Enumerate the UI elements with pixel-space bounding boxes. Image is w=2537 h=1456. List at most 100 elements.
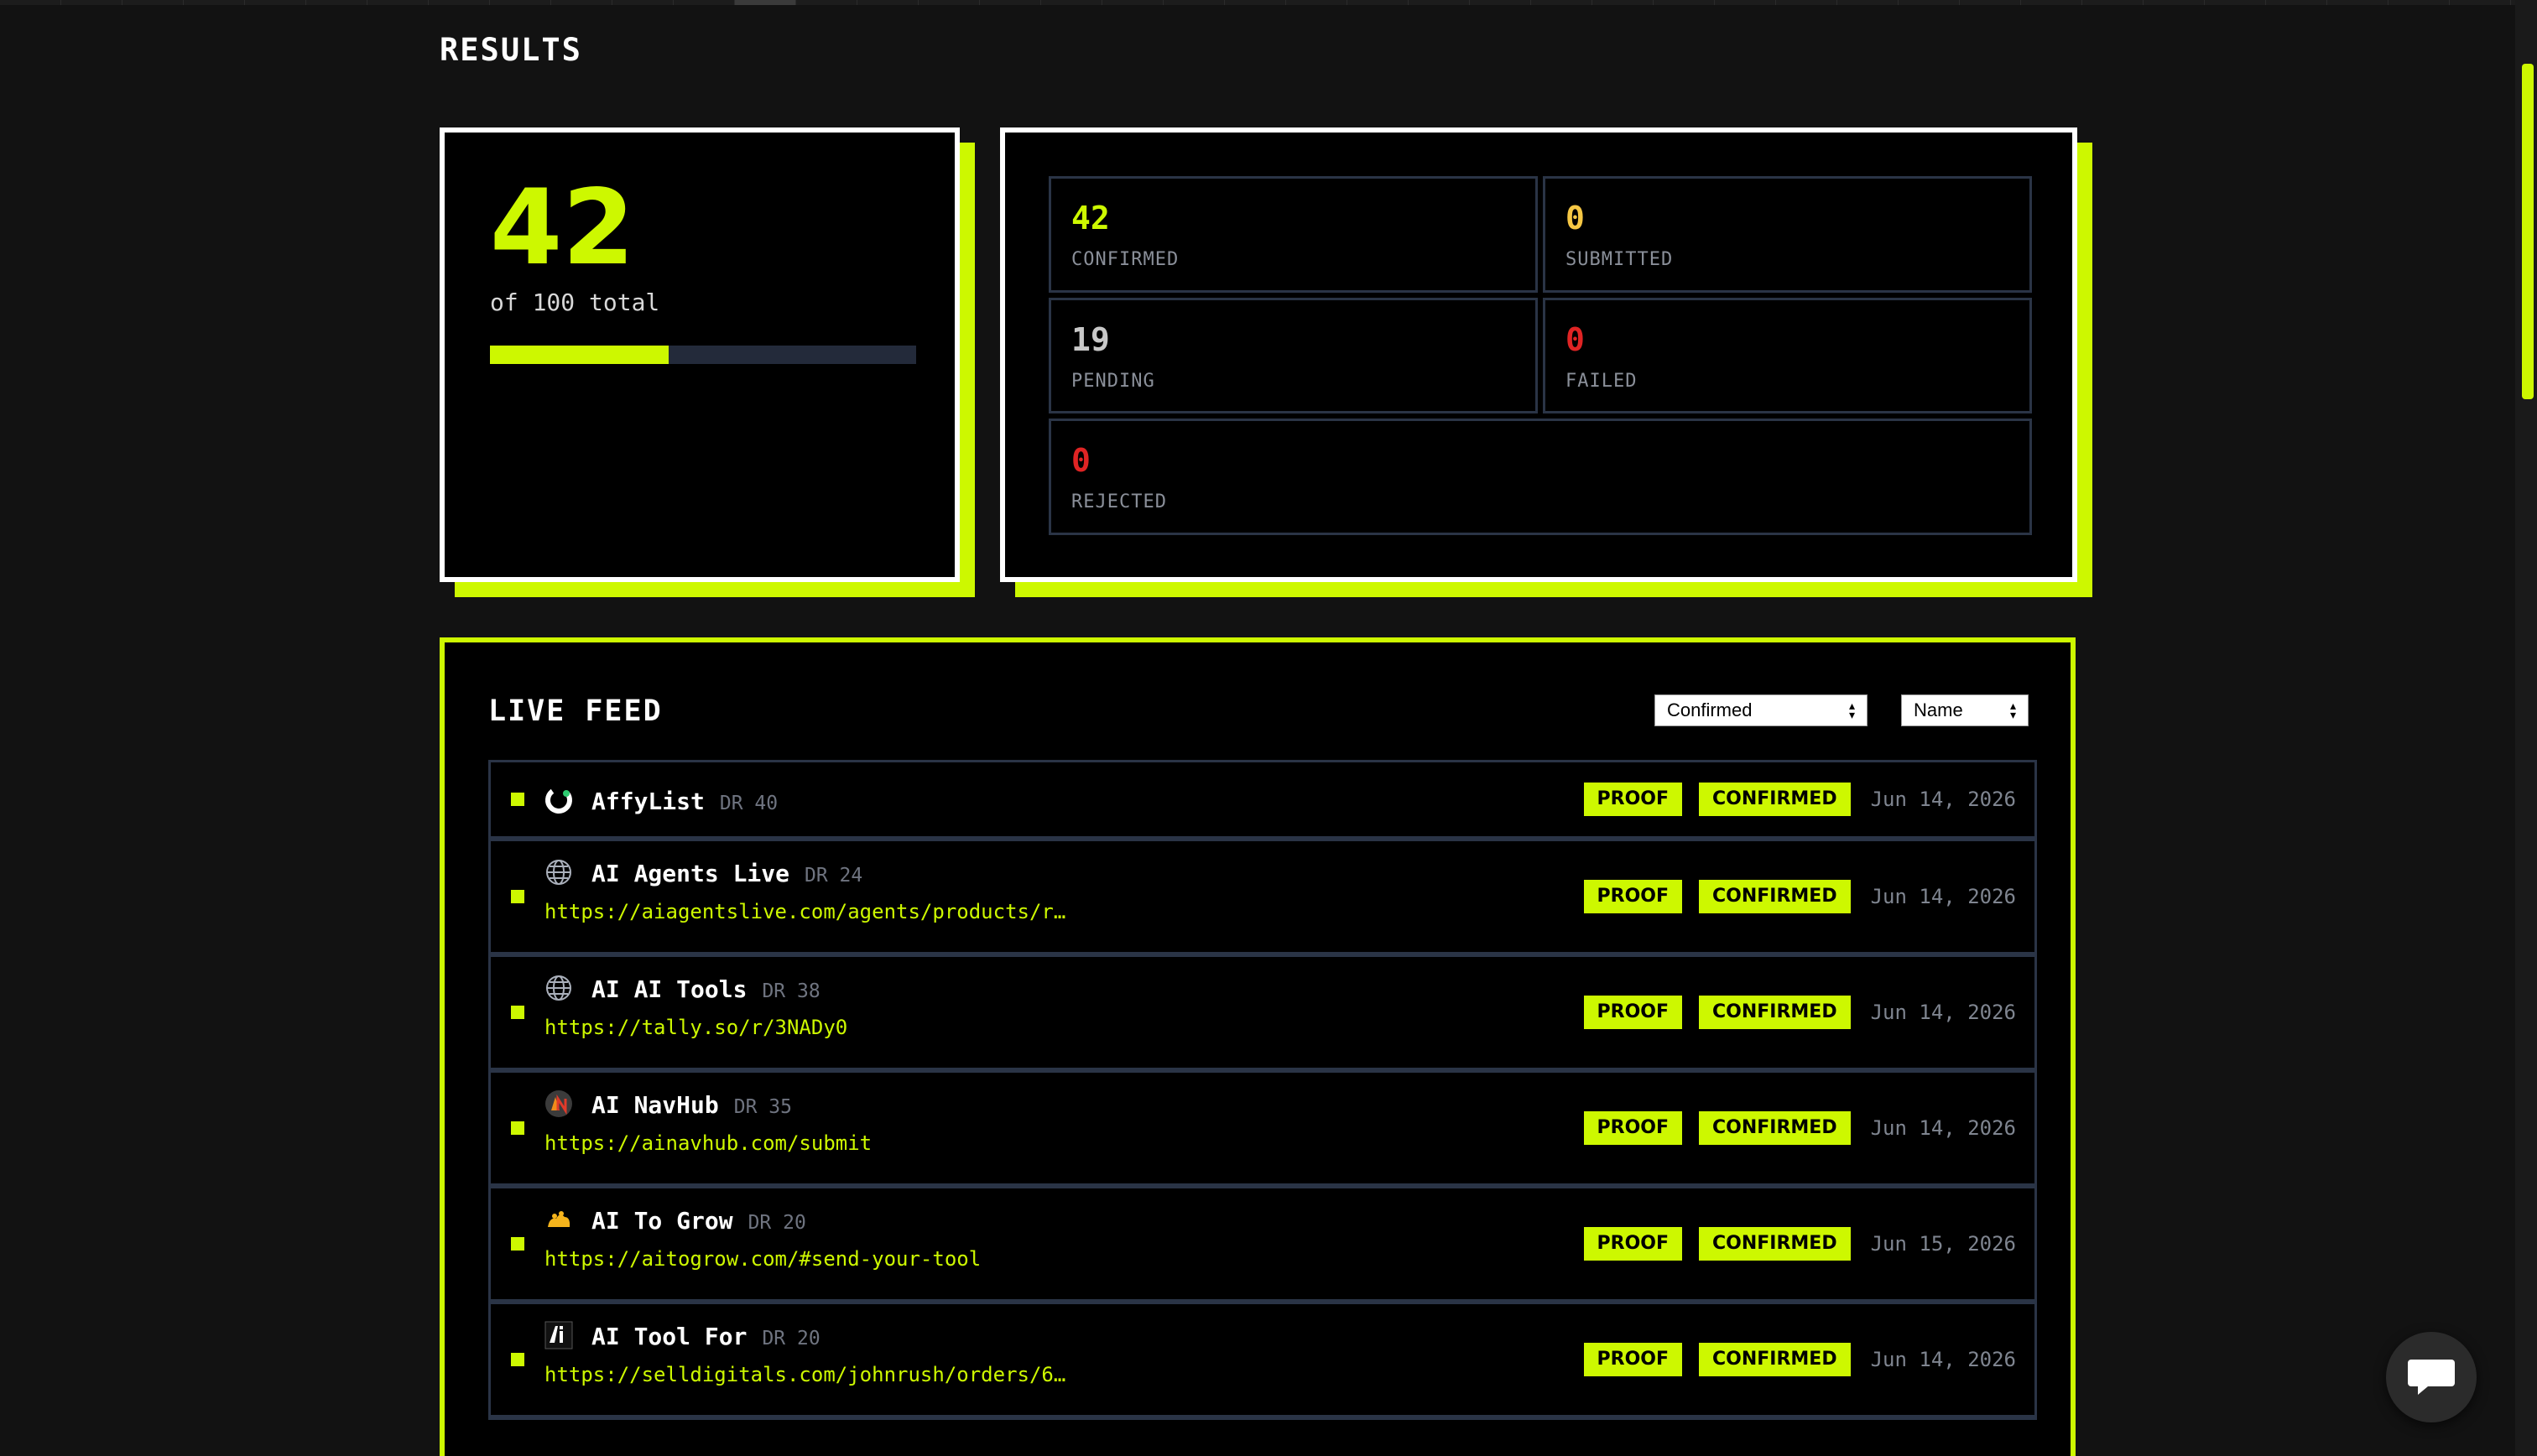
stat-value: 0 (1565, 320, 1585, 358)
select-arrows-icon: ▴ ▾ (2009, 698, 2016, 721)
submission-link[interactable]: https://ainavhub.com/submit (544, 1131, 872, 1155)
submission-link[interactable]: https://tally.so/r/3NADy0 (544, 1016, 847, 1039)
status-filter-select[interactable]: Confirmed ▴ ▾ (1654, 694, 1868, 726)
ainavhub-logo-icon (544, 1089, 573, 1118)
row-meta: PROOF CONFIRMED Jun 14, 2026 (1583, 880, 2016, 913)
stat-value: 19 (1071, 320, 1110, 358)
page-scrollbar[interactable] (2515, 0, 2537, 1456)
status-filter-value: Confirmed (1667, 699, 1753, 720)
top-tab-strip (0, 0, 2537, 5)
progress-bar (490, 346, 916, 364)
row-title: AI Agents Live DR 24 (591, 860, 862, 887)
live-feed-panel: LIVE FEED Confirmed ▴ ▾ Name ▴ ▾ AffyList (440, 637, 2076, 1456)
stat-label: PENDING (1071, 370, 1155, 392)
row-date: Jun 14, 2026 (1870, 1001, 2016, 1024)
chat-widget-button[interactable] (2386, 1332, 2477, 1422)
row-date: Jun 14, 2026 (1870, 1348, 2016, 1371)
domain-rating: DR 35 (733, 1096, 792, 1118)
stat-label: FAILED (1565, 370, 1638, 392)
progress-fill (490, 346, 669, 364)
live-feed-title: LIVE FEED (488, 694, 663, 728)
row-date: Jun 14, 2026 (1870, 885, 2016, 908)
domain-rating: DR 20 (762, 1328, 820, 1349)
globe-icon (544, 858, 573, 887)
stat-value: 0 (1565, 200, 1585, 237)
proof-button[interactable]: PROOF (1583, 1227, 1682, 1261)
stat-value: 42 (1071, 200, 1110, 237)
aitogrow-logo-icon (544, 1205, 573, 1234)
site-name: AI AI Tools (591, 975, 748, 1003)
chat-icon (2408, 1360, 2455, 1395)
feed-row[interactable]: AffyList DR 40 PROOF CONFIRMED Jun 14, 2… (491, 762, 2034, 841)
summary-card: 42 of 100 total (440, 127, 960, 582)
proof-button[interactable]: PROOF (1583, 1111, 1682, 1145)
row-title: AI NavHub DR 35 (591, 1091, 792, 1119)
site-name: AI To Grow (591, 1207, 733, 1235)
status-dot (511, 1353, 524, 1366)
submission-link[interactable]: https://selldigitals.com/johnrush/orders… (544, 1363, 1065, 1386)
row-date: Jun 14, 2026 (1870, 788, 2016, 811)
status-dot (511, 793, 524, 806)
stat-rejected: 0 REJECTED (1049, 419, 2032, 535)
feed-row[interactable]: AI To Grow DR 20 https://aitogrow.com/#s… (491, 1188, 2034, 1304)
globe-icon (544, 974, 573, 1002)
stat-value: 0 (1071, 442, 1091, 480)
stats-card: 42 CONFIRMED 0 SUBMITTED 19 PENDING 0 FA… (1000, 127, 2077, 582)
stat-label: SUBMITTED (1565, 249, 1674, 270)
stat-pending: 19 PENDING (1049, 297, 1538, 414)
select-arrows-icon: ▴ ▾ (1848, 698, 1855, 721)
status-badge: CONFIRMED (1699, 880, 1851, 913)
status-dot (511, 1237, 524, 1251)
row-meta: PROOF CONFIRMED Jun 14, 2026 (1583, 996, 2016, 1029)
row-title: AI AI Tools DR 38 (591, 975, 820, 1003)
domain-rating: DR 40 (719, 793, 779, 814)
affylist-logo-icon (544, 786, 573, 814)
proof-button[interactable]: PROOF (1583, 783, 1682, 816)
submission-link[interactable]: https://aiagentslive.com/agents/products… (544, 900, 1065, 923)
submission-link[interactable]: https://aitogrow.com/#send-your-tool (544, 1247, 981, 1271)
sort-value: Name (1914, 699, 1963, 720)
proof-button[interactable]: PROOF (1583, 1343, 1682, 1376)
domain-rating: DR 38 (762, 980, 820, 1002)
stat-confirmed: 42 CONFIRMED (1049, 176, 1538, 293)
sort-select[interactable]: Name ▴ ▾ (1901, 694, 2029, 726)
stat-failed: 0 FAILED (1543, 297, 2032, 414)
row-title: AI Tool For DR 20 (591, 1323, 820, 1350)
site-name: AI Tool For (591, 1323, 748, 1350)
page-title: RESULTS (440, 32, 582, 68)
status-dot (511, 890, 524, 903)
stat-label: CONFIRMED (1071, 249, 1180, 270)
feed-list: AffyList DR 40 PROOF CONFIRMED Jun 14, 2… (488, 760, 2037, 1420)
total-label: of 100 total (490, 289, 660, 316)
feed-row[interactable]: AI AI Tools DR 38 https://tally.so/r/3NA… (491, 957, 2034, 1073)
site-name: AI NavHub (591, 1091, 719, 1119)
row-meta: PROOF CONFIRMED Jun 14, 2026 (1583, 783, 2016, 816)
row-date: Jun 15, 2026 (1870, 1232, 2016, 1256)
row-meta: PROOF CONFIRMED Jun 14, 2026 (1583, 1111, 2016, 1145)
page: RESULTS 42 of 100 total 42 CONFIRMED 0 S… (0, 0, 2537, 1456)
row-meta: PROOF CONFIRMED Jun 14, 2026 (1583, 1343, 2016, 1376)
proof-button[interactable]: PROOF (1583, 880, 1682, 913)
stats-grid: 42 CONFIRMED 0 SUBMITTED 19 PENDING 0 FA… (1049, 176, 2032, 535)
proof-button[interactable]: PROOF (1583, 996, 1682, 1029)
site-name: AffyList (591, 788, 705, 815)
scrollbar-thumb[interactable] (2522, 64, 2534, 399)
status-badge: CONFIRMED (1699, 783, 1851, 816)
row-title: AI To Grow DR 20 (591, 1207, 806, 1235)
feed-row[interactable]: AI Tool For DR 20 https://selldigitals.c… (491, 1304, 2034, 1420)
feed-row[interactable]: AI NavHub DR 35 https://ainavhub.com/sub… (491, 1073, 2034, 1188)
confirmed-count: 42 (490, 168, 635, 289)
status-dot (511, 1121, 524, 1135)
row-title: AffyList DR 40 (591, 788, 778, 815)
row-meta: PROOF CONFIRMED Jun 15, 2026 (1583, 1227, 2016, 1261)
domain-rating: DR 20 (748, 1212, 806, 1234)
status-badge: CONFIRMED (1699, 1111, 1851, 1145)
status-badge: CONFIRMED (1699, 1227, 1851, 1261)
status-badge: CONFIRMED (1699, 1343, 1851, 1376)
feed-row[interactable]: AI Agents Live DR 24 https://aiagentsliv… (491, 841, 2034, 957)
domain-rating: DR 24 (805, 865, 863, 887)
aitoolfor-logo-icon (544, 1321, 573, 1349)
status-badge: CONFIRMED (1699, 996, 1851, 1029)
status-dot (511, 1006, 524, 1019)
stat-submitted: 0 SUBMITTED (1543, 176, 2032, 293)
